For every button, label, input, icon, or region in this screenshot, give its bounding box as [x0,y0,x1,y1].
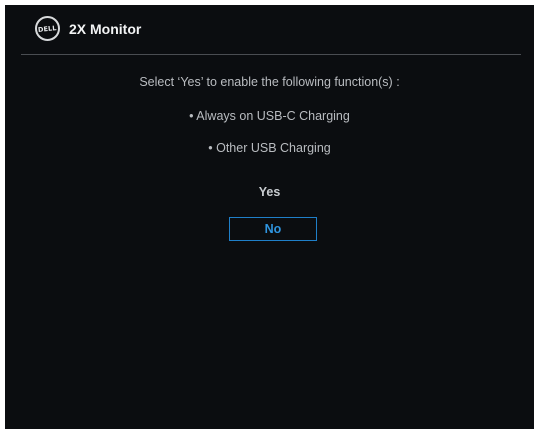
header: DELL 2X Monitor [5,5,534,55]
prompt-text: Select ‘Yes’ to enable the following fun… [139,75,400,89]
monitor-title: 2X Monitor [69,21,142,37]
yes-option[interactable]: Yes [5,185,534,199]
dell-logo-icon: DELL [35,16,60,41]
no-option-label: No [264,222,282,236]
header-divider [21,54,521,55]
no-option[interactable]: No [229,217,317,241]
function-item: • Always on USB-C Charging [189,109,350,123]
logo-text: DELL [37,23,58,34]
osd-menu: DELL 2X Monitor Select ‘Yes’ to enable t… [5,5,534,429]
function-item: • Other USB Charging [208,141,331,155]
